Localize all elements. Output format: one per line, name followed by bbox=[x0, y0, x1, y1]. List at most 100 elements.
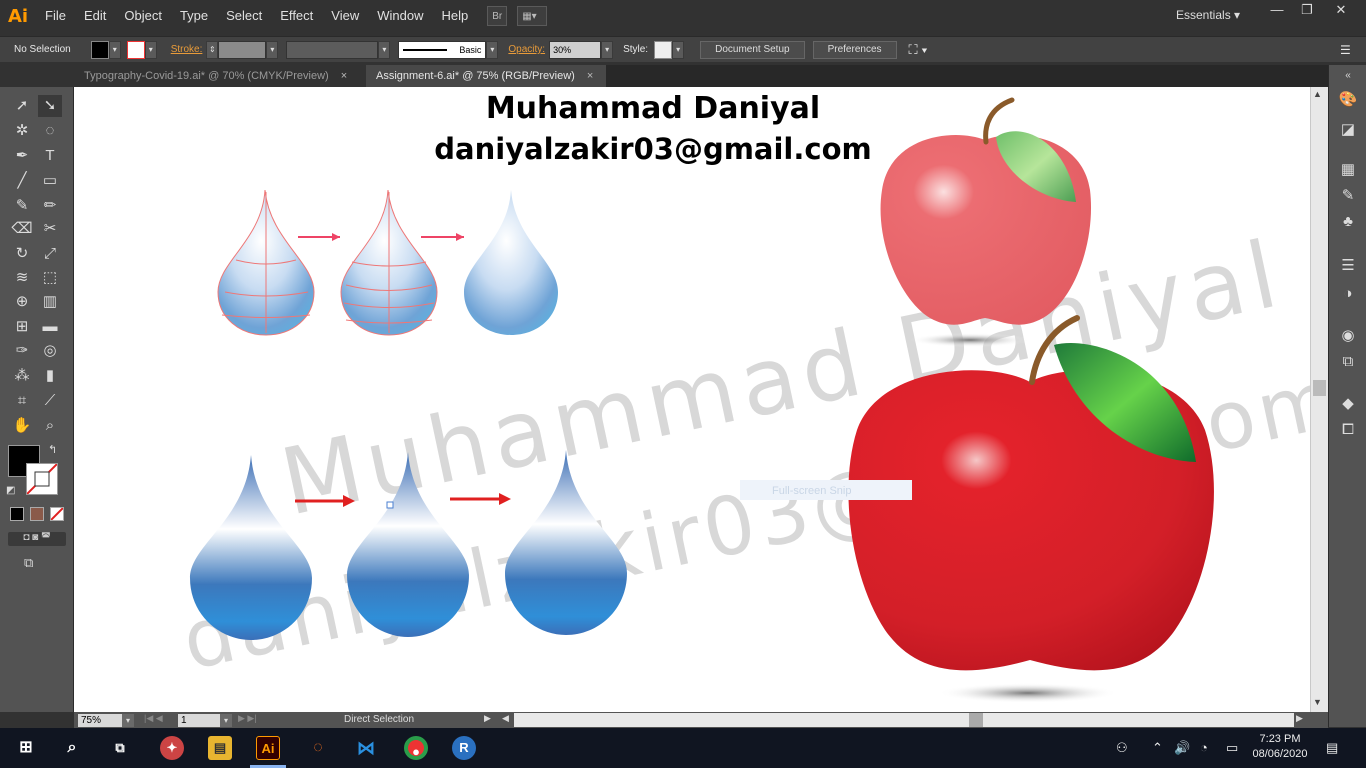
page-field[interactable]: 1 bbox=[178, 714, 220, 727]
mesh-tool-icon[interactable]: ⊞ bbox=[10, 316, 34, 338]
appearance-icon[interactable]: ◉ bbox=[1337, 325, 1359, 347]
perspective-grid-icon[interactable]: ▥ bbox=[38, 291, 62, 313]
first-page-icon[interactable]: |◀ ◀ bbox=[144, 713, 163, 724]
graphic-styles-icon[interactable]: ⧉ bbox=[1337, 351, 1359, 373]
menu-effect[interactable]: Effect bbox=[271, 0, 322, 32]
stroke-swatch[interactable] bbox=[126, 40, 145, 59]
draw-modes-icon[interactable]: ◘ ◙ ◚ bbox=[8, 532, 66, 546]
tab-close-icon[interactable]: × bbox=[341, 70, 347, 82]
clock[interactable]: 7:23 PM 08/06/2020 bbox=[1250, 733, 1310, 760]
swatches-icon[interactable]: ▦ bbox=[1337, 159, 1359, 181]
menu-edit[interactable]: Edit bbox=[75, 0, 115, 32]
page-dropdown[interactable]: ▾ bbox=[220, 714, 232, 727]
lasso-icon[interactable]: ◌ bbox=[38, 120, 62, 142]
status-menu-icon[interactable]: ▶ bbox=[484, 713, 491, 724]
drop-final-1[interactable] bbox=[464, 190, 558, 335]
paint-app-icon[interactable]: ✦ bbox=[160, 736, 184, 760]
search-icon[interactable]: ⌕ bbox=[60, 736, 84, 760]
people-icon[interactable]: ⚇ bbox=[1116, 740, 1128, 756]
stroke-weight-dropdown[interactable]: ▾ bbox=[266, 40, 279, 59]
menu-window[interactable]: Window bbox=[368, 0, 432, 32]
horizontal-scrollbar[interactable] bbox=[514, 713, 1294, 727]
artboard-tool-icon[interactable]: ⌗ bbox=[10, 390, 34, 412]
line-tool-icon[interactable]: ╱ bbox=[10, 170, 34, 192]
scroll-thumb[interactable] bbox=[1313, 380, 1326, 396]
tab-close-icon[interactable]: × bbox=[587, 70, 593, 82]
selected-anchor[interactable] bbox=[386, 501, 394, 509]
vscode-icon[interactable]: ⋈ bbox=[354, 736, 378, 760]
notifications-icon[interactable]: ▤ bbox=[1326, 740, 1338, 756]
style-dropdown[interactable]: ▾ bbox=[672, 40, 685, 59]
brush-dropdown[interactable]: ▾ bbox=[486, 40, 499, 59]
menu-file[interactable]: File bbox=[36, 0, 75, 32]
pencil-icon[interactable]: ✏ bbox=[38, 195, 62, 217]
tab-typography[interactable]: Typography-Covid-19.ai* @ 70% (CMYK/Prev… bbox=[74, 65, 366, 87]
variable-width-dropdown[interactable]: ▾ bbox=[378, 40, 391, 59]
brushes-icon[interactable]: ✎ bbox=[1337, 185, 1359, 207]
symbol-sprayer-icon[interactable]: ⁂ bbox=[10, 365, 34, 387]
artboards-icon[interactable]: ⧠ bbox=[1337, 419, 1359, 441]
wifi-icon[interactable]: ◔ bbox=[1200, 740, 1208, 755]
default-colors-icon[interactable]: ◩ bbox=[6, 485, 15, 496]
opacity-label[interactable]: Opacity: bbox=[508, 44, 545, 55]
restore-button[interactable]: ❐ bbox=[1292, 2, 1322, 18]
brush-field[interactable]: Basic bbox=[398, 40, 487, 59]
style-swatch[interactable] bbox=[654, 40, 673, 59]
direct-selection-tool-icon[interactable]: ➘ bbox=[38, 95, 62, 117]
hand-tool-icon[interactable]: ✋ bbox=[10, 415, 34, 437]
scroll-right-icon[interactable]: ▶ bbox=[1296, 713, 1303, 724]
stroke-weight-stepper[interactable]: ⇕ bbox=[206, 40, 219, 59]
artboard[interactable]: Muhammad Daniyal daniyalzakir03@gmail.co… bbox=[74, 87, 1310, 712]
tray-expand-icon[interactable]: ⌃ bbox=[1152, 740, 1163, 756]
opacity-dropdown[interactable]: ▾ bbox=[601, 40, 614, 59]
collapse-panels-icon[interactable]: « bbox=[1337, 65, 1359, 87]
preferences-button[interactable]: Preferences bbox=[812, 40, 897, 59]
color-mode-icon[interactable] bbox=[10, 507, 24, 521]
file-explorer-icon[interactable]: ▤ bbox=[208, 736, 232, 760]
r-studio-icon[interactable]: R bbox=[452, 736, 476, 760]
color-panel-icon[interactable]: 🎨 bbox=[1337, 89, 1359, 111]
keyboard-icon[interactable]: ▭ bbox=[1226, 740, 1238, 756]
chrome-icon[interactable]: ● bbox=[404, 736, 428, 760]
arrange-documents-button[interactable]: ▦▾ bbox=[517, 6, 548, 26]
eraser-icon[interactable]: ⌫ bbox=[10, 218, 34, 240]
warp-tool-icon[interactable]: ≋ bbox=[10, 267, 34, 289]
volume-icon[interactable]: 🔊 bbox=[1174, 740, 1190, 756]
gradient-mode-icon[interactable] bbox=[30, 507, 44, 521]
scroll-left-icon[interactable]: ◀ bbox=[502, 713, 509, 724]
symbols-icon[interactable]: ♣ bbox=[1337, 211, 1359, 233]
free-transform-icon[interactable]: ⬚ bbox=[38, 267, 62, 289]
panel-menu-icon[interactable]: ☰ bbox=[1340, 43, 1351, 57]
menu-type[interactable]: Type bbox=[171, 0, 217, 32]
document-setup-button[interactable]: Document Setup bbox=[700, 40, 805, 59]
variable-width-field[interactable] bbox=[286, 40, 379, 59]
fill-dropdown[interactable]: ▾ bbox=[108, 40, 121, 59]
menu-help[interactable]: Help bbox=[432, 0, 477, 32]
rotate-tool-icon[interactable]: ↻ bbox=[10, 243, 34, 265]
menu-object[interactable]: Object bbox=[115, 0, 171, 32]
menu-view[interactable]: View bbox=[322, 0, 368, 32]
slice-tool-icon[interactable]: ⟋ bbox=[38, 390, 62, 412]
stroke-color-swatch[interactable] bbox=[26, 463, 58, 495]
task-view-icon[interactable]: ⧉ bbox=[108, 736, 132, 760]
workspace-switcher[interactable]: Essentials ▾ bbox=[1176, 8, 1240, 22]
menu-select[interactable]: Select bbox=[217, 0, 271, 32]
pen-tool-icon[interactable]: ✒ bbox=[10, 145, 34, 167]
scissors-icon[interactable]: ✂ bbox=[38, 218, 62, 240]
graph-tool-icon[interactable]: ▮ bbox=[38, 365, 62, 387]
type-tool-icon[interactable]: T bbox=[38, 145, 62, 167]
selection-tool-icon[interactable]: ➚ bbox=[10, 95, 34, 117]
tab-assignment[interactable]: Assignment-6.ai* @ 75% (RGB/Preview) × bbox=[366, 65, 606, 87]
scale-tool-icon[interactable]: ⤢ bbox=[38, 243, 62, 265]
windows-start-icon[interactable]: ⊞ bbox=[14, 736, 38, 760]
transform-icon[interactable]: ⛶ ▾ bbox=[909, 42, 928, 58]
bridge-button[interactable]: Br bbox=[487, 6, 508, 26]
zoom-tool-icon[interactable]: ⌕ bbox=[38, 415, 62, 437]
fill-swatch[interactable] bbox=[90, 40, 109, 59]
scroll-down-icon[interactable]: ▼ bbox=[1313, 697, 1322, 707]
blend-tool-icon[interactable]: ◎ bbox=[38, 340, 62, 362]
opacity-field[interactable]: 30% bbox=[549, 40, 602, 59]
color-guide-icon[interactable]: ◪ bbox=[1337, 119, 1359, 141]
vertical-scrollbar[interactable]: ▲ ▼ bbox=[1310, 87, 1328, 712]
zoom-dropdown[interactable]: ▾ bbox=[122, 714, 134, 727]
